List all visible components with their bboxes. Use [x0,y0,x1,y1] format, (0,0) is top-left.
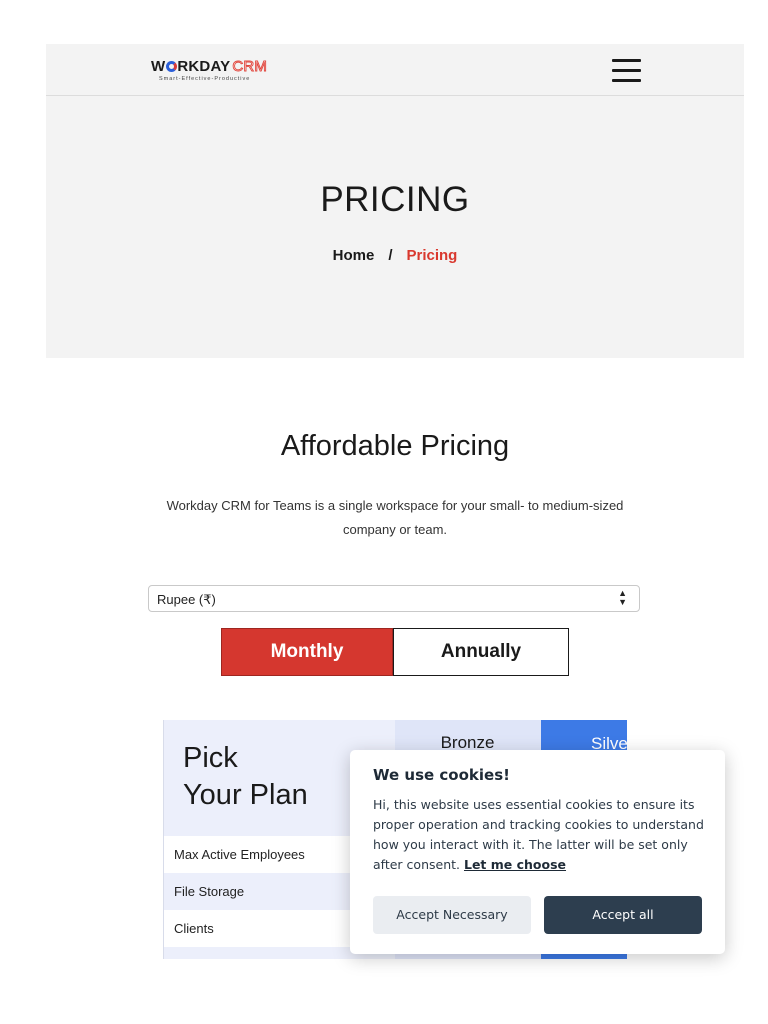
accept-necessary-button[interactable]: Accept Necessary [373,896,531,934]
cookie-text: Hi, this website uses essential cookies … [373,797,704,872]
accept-all-button[interactable]: Accept all [544,896,702,934]
logo[interactable]: W RKDAY CRM Smart-Effective-Productive [151,58,291,84]
breadcrumb-separator: / [388,247,393,264]
site-header: W RKDAY CRM Smart-Effective-Productive [46,44,744,96]
section-title: Affordable Pricing [280,430,510,462]
menu-toggle-icon[interactable] [612,58,642,82]
logo-crm: CRM [232,58,268,76]
breadcrumb: Home / Pricing [46,247,744,264]
currency-select-value: Rupee (₹) [157,592,216,607]
cookie-banner: We use cookies! Hi, this website uses es… [350,750,725,954]
currency-select[interactable]: Rupee (₹) ▲ ▼ [148,585,640,612]
select-arrows-icon: ▲ ▼ [618,588,627,607]
logo-tagline: Smart-Effective-Productive [159,76,251,82]
logo-o-icon [165,61,177,72]
annually-button[interactable]: Annually [393,628,569,676]
cookie-title: We use cookies! [373,766,510,784]
breadcrumb-home-link[interactable]: Home [333,247,375,264]
hero-banner: PRICING Home / Pricing [46,96,744,358]
page-title: PRICING [320,180,470,219]
cookie-preferences-link[interactable]: Let me choose [464,857,566,872]
section-description: Workday CRM for Teams is a single worksp… [166,498,624,537]
monthly-button[interactable]: Monthly [221,628,393,676]
breadcrumb-current: Pricing [406,247,458,264]
